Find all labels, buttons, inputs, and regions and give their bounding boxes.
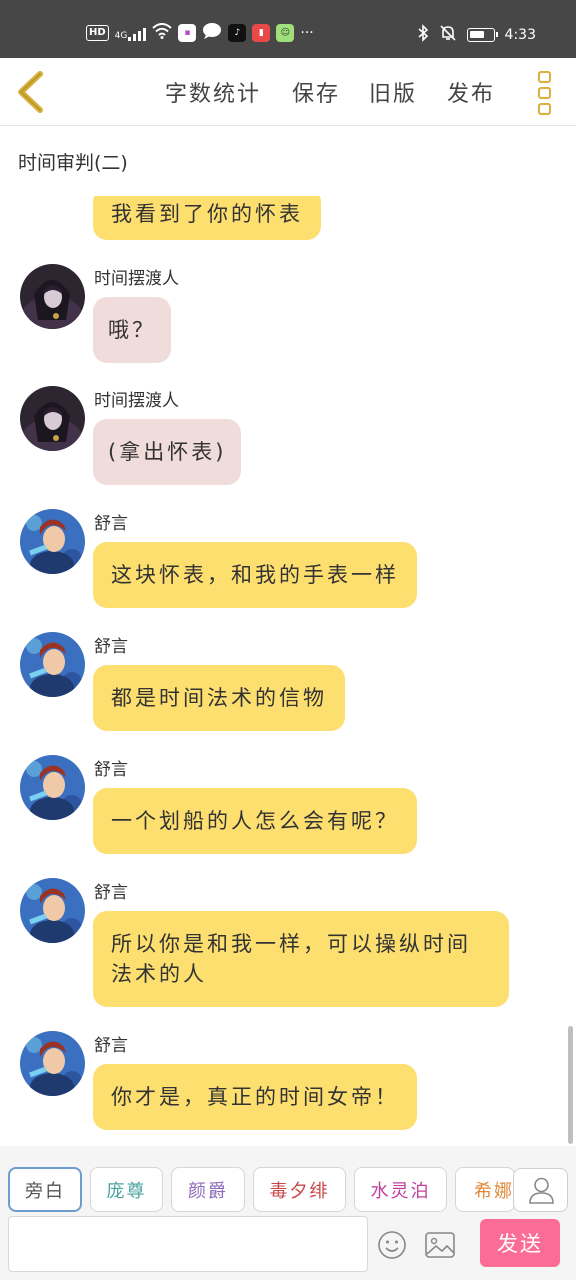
sender-name: 舒言 [94,1036,128,1056]
wifi-icon [152,23,173,43]
mute-icon [439,24,457,46]
message-input[interactable] [8,1216,368,1272]
avatar [20,196,85,206]
avatar[interactable] [20,386,85,451]
signal-icon: 4G [115,25,147,41]
image-button[interactable] [424,1231,456,1259]
avatar[interactable] [20,755,85,820]
avatar[interactable] [20,509,85,574]
sender-name: 舒言 [94,514,128,534]
tiktok-icon: ♪ [228,24,247,42]
character-chip[interactable]: 毒夕绯 [253,1167,346,1212]
word-count-button[interactable]: 字数统计 [165,76,261,108]
message-bubble[interactable]: 我看到了你的怀表 [93,196,321,240]
message-bubble[interactable]: 哦？ [93,297,171,363]
toolbar: 字数统计 保存 旧版 发布 [0,58,576,126]
message-bubble[interactable]: 你才是，真正的时间女帝！ [93,1064,417,1130]
chat-list[interactable]: 我看到了你的怀表 时间摆渡人 哦？ 时间摆渡人 (拿出怀表) 舒言 这块怀表，和… [0,196,576,1146]
sender-name: 时间摆渡人 [94,269,179,289]
character-chip[interactable]: 颜爵 [171,1167,245,1212]
message-bubble[interactable]: 这块怀表，和我的手表一样 [93,542,417,608]
network-type: 4G [114,31,128,41]
avatar[interactable] [20,264,85,329]
smiley-icon [378,1231,406,1259]
sender-name: 时间摆渡人 [94,391,179,411]
battery-icon [466,28,498,42]
sender-name: 舒言 [94,637,128,657]
chat-bubble-icon [202,22,222,44]
app-icon: ☺ [276,24,295,42]
status-right: 4:33 [417,24,536,46]
character-chip[interactable]: 庞尊 [90,1167,163,1212]
save-button[interactable]: 保存 [292,76,340,108]
more-menu-icon[interactable] [538,71,552,115]
old-version-button[interactable]: 旧版 [369,76,417,108]
status-bar: HD 4G ▪ ♪ ▮ ☺ ··· 4:33 [0,0,576,58]
message-bubble[interactable]: 都是时间法术的信物 [93,665,345,731]
title-row: 时间审判(二) [0,127,576,195]
add-character-button[interactable] [513,1168,568,1212]
message-bubble[interactable]: 所以你是和我一样，可以操纵时间 法术的人 [93,911,509,1007]
message-line: 所以你是和我一样，可以操纵时间 [111,932,471,956]
emoji-button[interactable] [376,1229,408,1261]
image-icon [425,1232,455,1258]
scrollbar[interactable] [568,1026,573,1144]
avatar[interactable] [20,878,85,943]
status-left: HD 4G ▪ ♪ ▮ ☺ ··· [86,22,314,44]
bluetooth-icon [417,24,429,46]
sender-name: 舒言 [94,883,128,903]
publish-button[interactable]: 发布 [447,76,495,108]
avatar[interactable] [20,1031,85,1096]
message-bubble[interactable]: (拿出怀表) [93,419,242,485]
sender-name: 舒言 [94,760,128,780]
app-icon: ▪ [178,24,197,42]
send-button[interactable]: 发送 [480,1219,560,1267]
hd-badge: HD [86,25,109,41]
user-icon [529,1177,554,1204]
message-bubble[interactable]: 一个划船的人怎么会有呢？ [93,788,417,854]
character-chip[interactable]: 希娜 [455,1167,515,1212]
message-line: 法术的人 [111,962,207,986]
input-bar: 旁白 庞尊 颜爵 毒夕绯 水灵泊 希娜 发送 [0,1146,576,1280]
avatar[interactable] [20,632,85,697]
page-title[interactable]: 时间审判(二) [18,148,128,175]
more-icon: ··· [300,25,314,41]
chevron-left-icon [18,71,43,113]
clock: 4:33 [504,27,536,43]
character-chip[interactable]: 水灵泊 [354,1167,447,1212]
character-chip[interactable]: 旁白 [8,1167,82,1212]
back-button[interactable] [12,70,52,114]
red-app-icon: ▮ [252,24,271,42]
